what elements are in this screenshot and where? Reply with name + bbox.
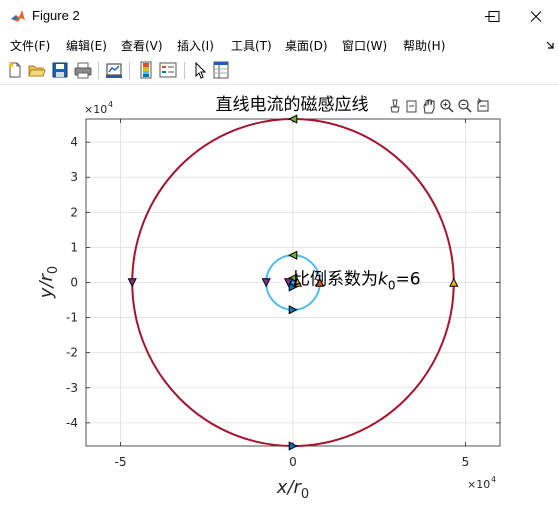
- x-exponent-label: ×10 4: [467, 475, 496, 491]
- y-tick-label: 3: [70, 170, 78, 184]
- brush-icon[interactable]: [390, 99, 400, 113]
- data-cursor-icon[interactable]: [406, 100, 417, 113]
- annotation-text: 比例系数为: [293, 270, 378, 290]
- property-inspector-icon[interactable]: [212, 61, 230, 79]
- edit-plot-arrow-icon[interactable]: [191, 61, 209, 79]
- chart-title: 直线电流的磁感应线: [216, 95, 369, 115]
- menu-file[interactable]: 文件(F): [10, 37, 50, 54]
- menu-tools[interactable]: 工具(T): [231, 37, 272, 54]
- y-tick-label: -3: [66, 381, 78, 395]
- y-tick-label: -2: [66, 346, 78, 360]
- x-tick-label: 0: [289, 455, 297, 469]
- title-bar: Figure 2: [0, 0, 559, 33]
- y-exponent-base: ×10: [84, 103, 107, 116]
- matlab-icon: [10, 8, 26, 24]
- menu-desktop[interactable]: 桌面(D): [285, 37, 328, 54]
- insert-legend-icon[interactable]: [159, 61, 177, 79]
- y-tick-label: 0: [70, 276, 78, 290]
- x-exponent-power: 4: [491, 475, 496, 484]
- figure-canvas: -5 0 5 -4 -3 -2 -1 0 1 2 3 4 直线电流的磁感应线 ×10 4 ×10 4 …: [0, 85, 559, 509]
- y-tick-label: 2: [70, 205, 78, 219]
- y-tick-label: 4: [70, 135, 78, 149]
- x-tick-label: 5: [462, 455, 470, 469]
- annotation-value: =6: [396, 270, 421, 290]
- x-tick-label: -5: [115, 455, 127, 469]
- maximize-button[interactable]: [471, 0, 517, 33]
- x-axis-label: x/r0: [276, 477, 309, 502]
- coefficient-annotation: 比例系数为k0=6: [293, 270, 421, 293]
- y-tick-label: 1: [70, 240, 78, 254]
- close-button[interactable]: [513, 0, 559, 33]
- toolbar-separator: [98, 62, 99, 79]
- toolbar-separator: [129, 62, 130, 79]
- link-plot-icon[interactable]: [105, 61, 123, 79]
- y-axis-label: y/r0: [36, 266, 61, 299]
- y-tick-label: -1: [66, 311, 78, 325]
- zoom-in-icon[interactable]: [440, 99, 454, 113]
- restore-view-icon[interactable]: [477, 98, 489, 112]
- save-icon[interactable]: [51, 61, 69, 79]
- magnetic-field-plot[interactable]: -5 0 5-4-3-2-101234 直线电流的磁感应线 ×10 4 ×10 4 …: [0, 85, 559, 509]
- dock-arrow-icon[interactable]: [544, 39, 556, 51]
- y-tick-label: -4: [66, 416, 78, 430]
- y-exponent-power: 4: [108, 100, 113, 109]
- pan-hand-icon[interactable]: [423, 99, 435, 114]
- menu-edit[interactable]: 编辑(E): [66, 37, 107, 54]
- new-figure-icon[interactable]: [6, 61, 24, 79]
- menu-view[interactable]: 查看(V): [121, 37, 163, 54]
- figure-window: Figure 2 文件(F) 编辑(E) 查看(V) 插入(I) 工具(T) 桌…: [0, 0, 559, 509]
- menu-help[interactable]: 帮助(H): [403, 37, 445, 54]
- figure-toolbar: [0, 57, 559, 85]
- menu-insert[interactable]: 插入(I): [177, 37, 214, 54]
- menu-window[interactable]: 窗口(W): [342, 37, 387, 54]
- y-exponent-label: ×10 4: [84, 100, 113, 116]
- x-exponent-base: ×10: [467, 478, 490, 491]
- print-icon[interactable]: [74, 61, 92, 79]
- zoom-out-icon[interactable]: [458, 99, 472, 113]
- open-file-icon[interactable]: [28, 61, 46, 79]
- menu-bar: 文件(F) 编辑(E) 查看(V) 插入(I) 工具(T) 桌面(D) 窗口(W…: [0, 34, 559, 56]
- toolbar-separator: [184, 62, 185, 79]
- window-title: Figure 2: [32, 8, 80, 23]
- axes-toolbar: [390, 98, 489, 114]
- insert-colorbar-icon[interactable]: [137, 61, 155, 79]
- annotation-subscript: 0: [388, 279, 396, 293]
